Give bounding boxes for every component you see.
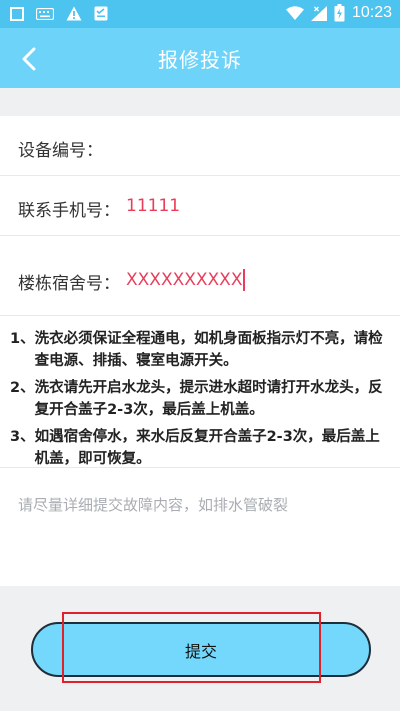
instructions-list: 1、 洗衣必须保证全程通电，如机身面板指示灯不亮，请检查电源、排插、寝室电源开关… bbox=[0, 316, 400, 468]
page-title: 报修投诉 bbox=[158, 48, 242, 72]
status-time: 10:23 bbox=[351, 4, 392, 21]
instruction-text: 洗衣请先开启水龙头，提示进水超时请打开水龙头，反复开合盖子2-3次，最后盖上机盖… bbox=[34, 380, 383, 418]
checklist-icon bbox=[94, 6, 108, 21]
top-spacer bbox=[0, 88, 400, 116]
instruction-number: 3、 bbox=[10, 429, 35, 445]
instruction-item: 3、 如遇宿舍停水，来水后反复开合盖子2-3次，最后盖上机盖，即可恢复。 bbox=[10, 426, 388, 470]
instruction-number: 2、 bbox=[10, 380, 35, 396]
dorm-row[interactable]: 楼栋宿舍号： XXXXXXXXXX bbox=[0, 246, 400, 316]
phone-input[interactable]: 11111 bbox=[126, 196, 180, 216]
device-no-row[interactable]: 设备编号： bbox=[0, 116, 400, 176]
instruction-text: 洗衣必须保证全程通电，如机身面板指示灯不亮，请检查电源、排插、寝室电源开关。 bbox=[34, 331, 383, 369]
dorm-input-wrap[interactable]: XXXXXXXXXX bbox=[126, 269, 246, 291]
wifi-icon bbox=[285, 6, 304, 20]
instruction-item: 1、 洗衣必须保证全程通电，如机身面板指示灯不亮，请检查电源、排插、寝室电源开关… bbox=[10, 328, 388, 372]
phone-label: 联系手机号： bbox=[18, 201, 120, 221]
phone-row[interactable]: 联系手机号： 11111 bbox=[0, 176, 400, 236]
status-bar-right: 10:23 bbox=[285, 4, 392, 22]
dorm-input[interactable]: XXXXXXXXXX bbox=[126, 270, 242, 290]
instruction-number: 1、 bbox=[10, 331, 35, 347]
instruction-item: 2、 洗衣请先开启水龙头，提示进水超时请打开水龙头，反复开合盖子2-3次，最后盖… bbox=[10, 377, 388, 421]
instruction-text: 如遇宿舍停水，来水后反复开合盖子2-3次，最后盖上机盖，即可恢复。 bbox=[34, 429, 380, 467]
description-textarea[interactable]: 请尽量详细提交故障内容，如排水管破裂 bbox=[18, 494, 288, 515]
battery-icon bbox=[334, 4, 345, 22]
square-icon bbox=[10, 6, 24, 21]
submit-button[interactable]: 提交 bbox=[31, 622, 371, 677]
warning-icon bbox=[66, 6, 82, 21]
status-bar: 10:23 bbox=[0, 0, 400, 28]
keyboard-icon bbox=[36, 7, 54, 20]
signal-icon bbox=[310, 5, 327, 21]
text-cursor bbox=[243, 269, 246, 291]
device-no-label: 设备编号： bbox=[18, 141, 103, 161]
submit-label: 提交 bbox=[184, 641, 217, 661]
repair-form: 设备编号： 联系手机号： 11111 楼栋宿舍号： XXXXXXXXXX 1、 … bbox=[0, 116, 400, 586]
status-bar-left bbox=[10, 6, 108, 21]
dorm-label: 楼栋宿舍号： bbox=[18, 274, 120, 294]
app-bar: 报修投诉 bbox=[0, 28, 400, 88]
